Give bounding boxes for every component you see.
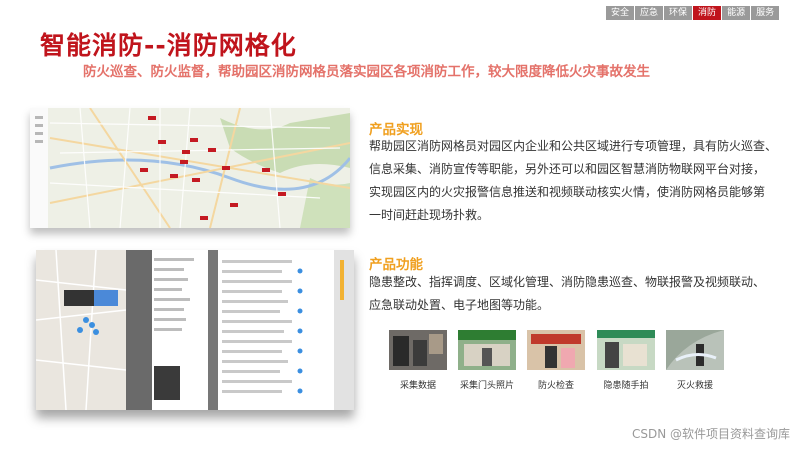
fire-rescue-photo <box>666 330 724 370</box>
photo-caption: 隐患随手拍 <box>603 381 649 391</box>
func-line: 应急联动处置、电子地图等功能。 <box>369 298 550 312</box>
photo-caption: 采集门头照片 <box>459 381 514 391</box>
tab-service[interactable]: 服务 <box>751 6 780 20</box>
page-title: 智能消防--消防网格化 <box>40 31 297 60</box>
hazard-snapshot-photo <box>597 330 655 370</box>
data-collection-photo-image <box>389 330 447 370</box>
tab-emergency[interactable]: 应急 <box>635 6 664 20</box>
top-nav: 安全 应急 环保 消防 能源 服务 <box>606 6 780 20</box>
func-paragraph: 隐患整改、指挥调度、区域化管理、消防隐患巡查、物联报警及视频联动、 应急联动处置… <box>369 271 789 317</box>
app-illustration <box>36 250 354 410</box>
app-ui-screenshot <box>36 250 354 410</box>
tab-safety[interactable]: 安全 <box>606 6 635 20</box>
grid-map-screenshot <box>30 108 350 228</box>
impl-line: 信息采集、消防宣传等职能，另外还可以和园区智慧消防物联网平台对接， <box>369 162 766 176</box>
impl-line: 实现园区内的火灾报警信息推送和视频联动核实火情，使消防网格员能够第 <box>369 185 766 199</box>
map-illustration <box>30 108 350 228</box>
data-collection-photo <box>389 330 447 370</box>
fire-rescue-photo-image <box>666 330 724 370</box>
tab-energy[interactable]: 能源 <box>722 6 751 20</box>
impl-line: 帮助园区消防网格员对园区内企业和公共区域进行专项管理，具有防火巡查、 <box>369 139 778 153</box>
page-subtitle: 防火巡查、防火监督，帮助园区消防网格员落实园区各项消防工作，较大限度降低火灾事故… <box>83 64 650 80</box>
storefront-photo <box>458 330 516 370</box>
func-heading: 产品功能 <box>369 257 423 273</box>
fire-inspection-photo-image <box>527 330 585 370</box>
func-line: 隐患整改、指挥调度、区域化管理、消防隐患巡查、物联报警及视频联动、 <box>369 275 766 289</box>
photo-caption: 采集数据 <box>399 381 436 391</box>
photo-caption: 防火检查 <box>537 381 574 391</box>
impl-line: 一时间赶赴现场扑救。 <box>369 208 490 222</box>
tab-environment[interactable]: 环保 <box>664 6 693 20</box>
photo-caption: 灭火救援 <box>676 381 713 391</box>
watermark: CSDN @软件项目资料查询库 <box>631 427 790 441</box>
tab-fire[interactable]: 消防 <box>693 6 722 20</box>
fire-inspection-photo <box>527 330 585 370</box>
impl-paragraph: 帮助园区消防网格员对园区内企业和公共区域进行专项管理，具有防火巡查、 信息采集、… <box>369 135 789 227</box>
storefront-photo-image <box>458 330 516 370</box>
hazard-snapshot-photo-image <box>597 330 655 370</box>
